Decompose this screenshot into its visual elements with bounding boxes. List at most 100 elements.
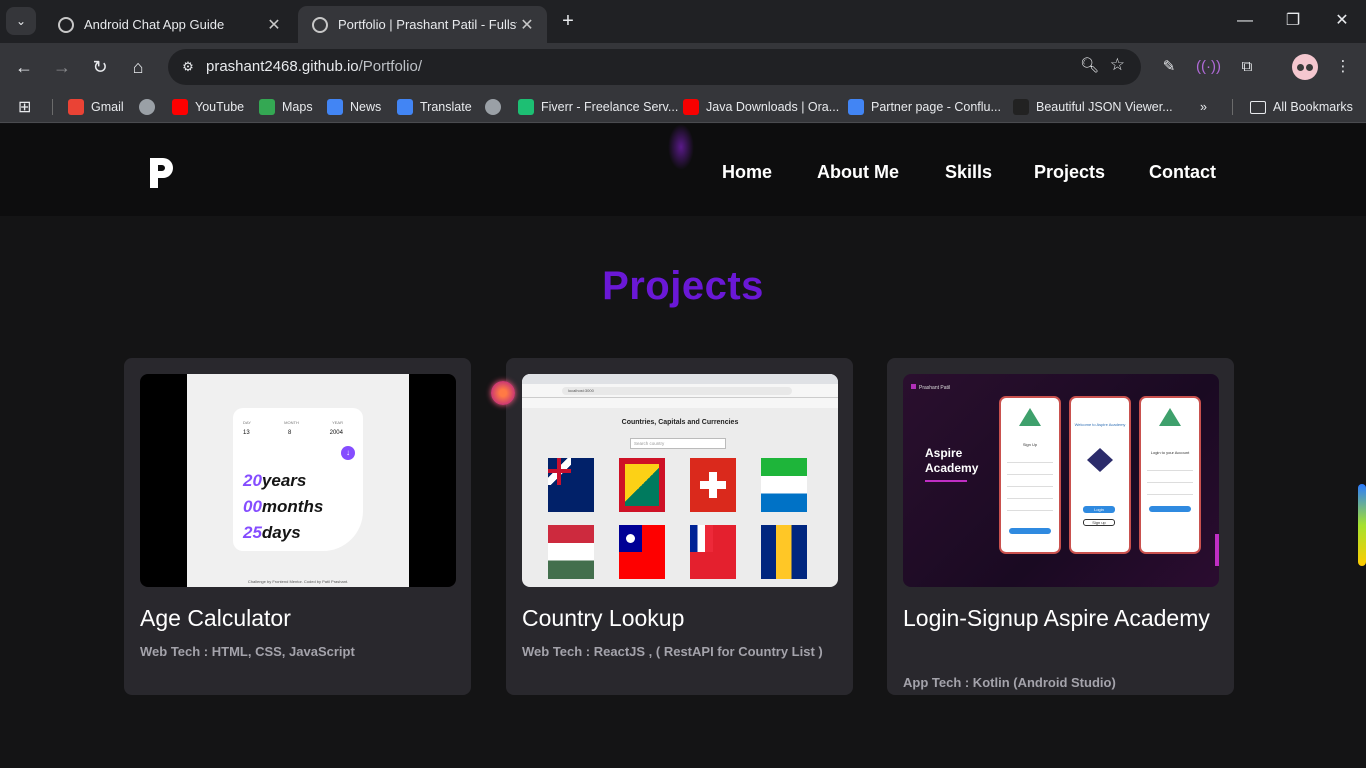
- tab-title: Portfolio | Prashant Patil - Fullstack: [338, 17, 517, 32]
- bookmark-label: Fiverr - Freelance Serv...: [541, 100, 679, 114]
- all-bookmarks-button[interactable]: All Bookmarks: [1250, 97, 1353, 117]
- flag-sierra-leone: [761, 458, 807, 512]
- fiverr-icon: [518, 99, 534, 115]
- portfolio-page: Home About Me Skills Projects Contact Pr…: [0, 124, 1366, 768]
- extensions-puzzle-icon[interactable]: ⧉: [1235, 55, 1259, 79]
- back-button[interactable]: ←: [10, 53, 38, 81]
- bookmark-item[interactable]: Partner page - Conflu...: [848, 97, 1001, 117]
- bookmark-item[interactable]: [139, 97, 162, 117]
- profile-avatar[interactable]: [1292, 54, 1318, 80]
- bookmark-label: Java Downloads | Ora...: [706, 100, 840, 114]
- close-tab-icon[interactable]: ✕: [264, 15, 284, 35]
- home-button[interactable]: ⌂: [124, 53, 152, 81]
- chatgpt-icon: [58, 16, 74, 33]
- reload-button[interactable]: ↻: [86, 53, 114, 81]
- bookmark-label: Gmail: [91, 100, 124, 114]
- bookmark-item[interactable]: Gmail: [68, 97, 124, 117]
- globe-icon: [485, 99, 501, 115]
- age-credit: Challenge by Frontend Mentor. Coded by P…: [247, 579, 349, 584]
- browser-tabstrip: ⌄ Android Chat App Guide ✕ Portfolio | P…: [0, 0, 1366, 43]
- gmail-icon: [68, 99, 84, 115]
- bookmark-item[interactable]: News: [327, 97, 381, 117]
- flag-hungary: [548, 525, 594, 579]
- flag-wallis-futuna: [690, 525, 736, 579]
- translate-icon: [397, 99, 413, 115]
- project-title: Country Lookup: [522, 605, 685, 631]
- phone-heading: Login to your Account: [1150, 450, 1190, 455]
- address-bar[interactable]: ⚙ prashant2468.github.io/Portfolio/ 🔍︎ ☆: [168, 49, 1141, 85]
- bookmark-label: YouTube: [195, 100, 245, 114]
- country-heading: Countries, Capitals and Currencies: [621, 419, 739, 426]
- age-labels: DAY MONTH YEAR: [243, 420, 343, 425]
- arrow-down-icon: ↓: [341, 446, 355, 460]
- signup-button: [1009, 528, 1051, 534]
- nav-home[interactable]: Home: [722, 162, 772, 183]
- project-title: Login-Signup Aspire Academy: [903, 605, 1210, 631]
- minimize-button[interactable]: —: [1230, 8, 1260, 34]
- more-bookmarks-button[interactable]: »: [1200, 97, 1207, 117]
- apps-grid-icon[interactable]: ⊞: [18, 97, 31, 117]
- tab-title: Android Chat App Guide: [84, 17, 225, 32]
- project-thumbnail[interactable]: localhost:3000 Countries, Capitals and C…: [522, 374, 838, 587]
- age-values: 13 8 2004: [243, 430, 343, 436]
- project-thumbnail[interactable]: Prashant Patil Aspire Academy Sign Up We…: [903, 374, 1219, 587]
- youtube-icon: [172, 99, 188, 115]
- eyedropper-extension-icon[interactable]: ✎: [1157, 55, 1181, 79]
- bookmark-item[interactable]: Fiverr - Freelance Serv...: [518, 97, 678, 117]
- custom-cursor: [491, 381, 515, 405]
- bookmark-label: Beautiful JSON Viewer...: [1036, 100, 1173, 114]
- bookmark-label: Partner page - Conflu...: [871, 100, 1001, 114]
- bookmark-item[interactable]: Beautiful JSON Viewer...: [1013, 97, 1173, 117]
- globe-icon: [312, 16, 328, 33]
- phone-login: Login to your Account: [1139, 396, 1201, 554]
- nav-skills[interactable]: Skills: [945, 162, 992, 183]
- flag-taiwan: [619, 525, 665, 579]
- tab-search-button[interactable]: ⌄: [6, 7, 36, 35]
- bookmark-item[interactable]: Translate: [397, 97, 472, 117]
- browser-toolbar: ← → ↻ ⌂ ⚙ prashant2468.github.io/Portfol…: [0, 43, 1366, 91]
- flag-grenada: [619, 458, 665, 512]
- bookmark-star-icon[interactable]: ☆: [1110, 55, 1125, 75]
- chevron-down-icon: ⌄: [15, 14, 27, 28]
- globe-icon: [139, 99, 155, 115]
- bookmark-item[interactable]: YouTube: [172, 97, 244, 117]
- forward-button[interactable]: →: [48, 53, 76, 81]
- project-tech: Web Tech : ReactJS , ( RestAPI for Count…: [522, 644, 823, 659]
- new-tab-button[interactable]: +: [556, 9, 580, 33]
- thumb-underline: [925, 480, 967, 482]
- project-card-country-lookup[interactable]: localhost:3000 Countries, Capitals and C…: [506, 358, 853, 695]
- bookmark-item[interactable]: [485, 97, 508, 117]
- folder-icon: [1250, 100, 1266, 114]
- tab-portfolio[interactable]: Portfolio | Prashant Patil - Fullstack ✕: [298, 6, 547, 43]
- maps-icon: [259, 99, 275, 115]
- nav-contact[interactable]: Contact: [1149, 162, 1216, 183]
- project-card-age-calculator[interactable]: DAY MONTH YEAR 13 8 2004 ↓ 20years 00months …: [124, 358, 471, 695]
- age-card: DAY MONTH YEAR 13 8 2004 ↓ 20years 00months …: [233, 408, 363, 551]
- close-tab-icon[interactable]: ✕: [517, 15, 537, 35]
- scroll-indicator[interactable]: [1358, 484, 1366, 566]
- extension-icon[interactable]: ((·)): [1196, 55, 1221, 79]
- nav-projects[interactable]: Projects: [1034, 162, 1105, 183]
- site-info-icon[interactable]: ⚙: [176, 55, 200, 79]
- maximize-button[interactable]: ❐: [1278, 8, 1308, 34]
- aspire-logo-icon: [1019, 408, 1041, 426]
- site-logo[interactable]: [148, 156, 176, 190]
- country-search-field: Search country: [630, 438, 726, 449]
- phone-signup: Sign Up: [999, 396, 1061, 554]
- form-fields: [1147, 462, 1193, 502]
- menu-kebab-icon[interactable]: ⋮: [1331, 55, 1355, 79]
- zoom-icon[interactable]: 🔍︎: [1080, 56, 1099, 74]
- bookmarks-bar: ⊞ Gmail YouTube Maps News Translate Fiverr - …: [0, 91, 1366, 123]
- oracle-icon: [683, 99, 699, 115]
- bookmark-item[interactable]: Java Downloads | Ora...: [683, 97, 839, 117]
- tab-android-chat[interactable]: Android Chat App Guide ✕: [44, 6, 294, 43]
- project-thumbnail[interactable]: DAY MONTH YEAR 13 8 2004 ↓ 20years 00months …: [140, 374, 456, 587]
- project-card-aspire-academy[interactable]: Prashant Patil Aspire Academy Sign Up We…: [887, 358, 1234, 695]
- bookmark-item[interactable]: Maps: [259, 97, 313, 117]
- url-text: prashant2468.github.io/Portfolio/: [206, 58, 422, 75]
- project-title: Age Calculator: [140, 605, 291, 631]
- project-tech: Web Tech : HTML, CSS, JavaScript: [140, 644, 355, 659]
- nav-about-me[interactable]: About Me: [817, 162, 899, 183]
- graduation-cap-icon: [1087, 448, 1113, 472]
- close-window-button[interactable]: ✕: [1327, 8, 1357, 34]
